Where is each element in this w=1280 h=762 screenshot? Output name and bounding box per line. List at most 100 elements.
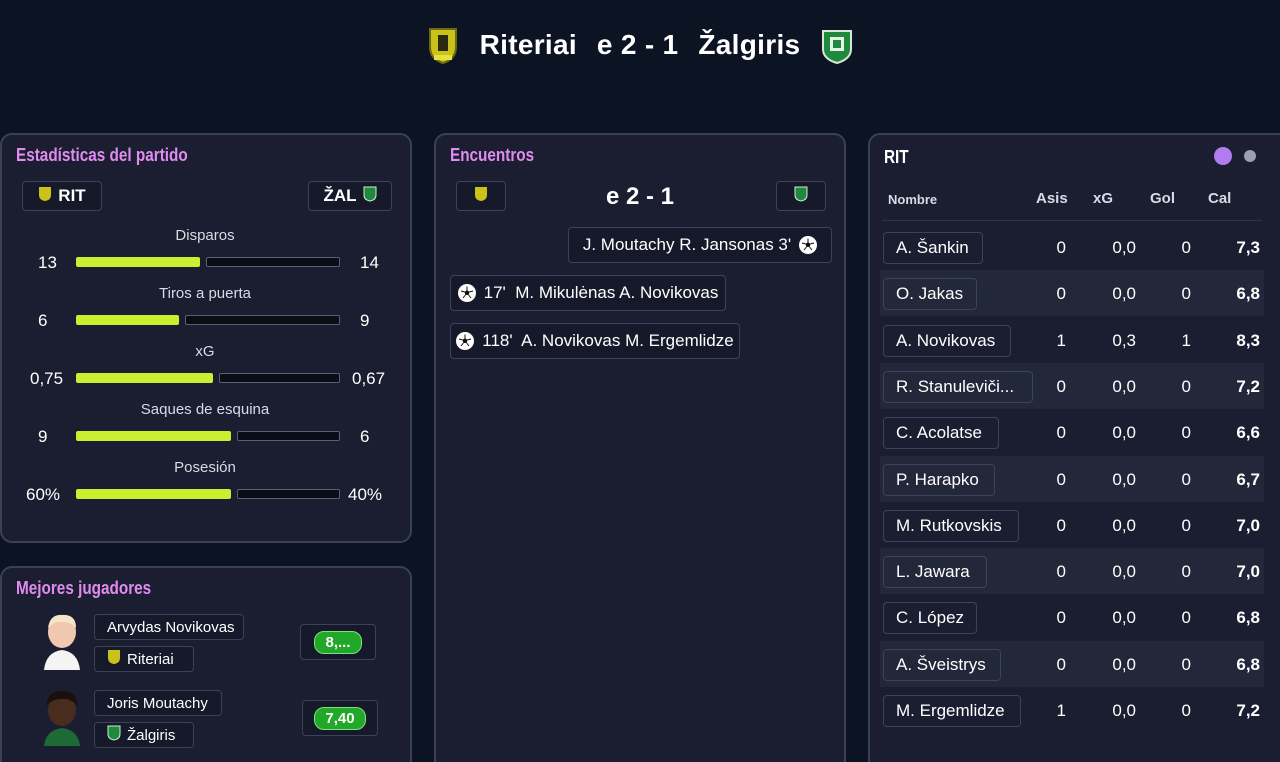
table-row[interactable]: P. Harapko 0 0,0 0 6,7 — [880, 456, 1264, 502]
riteriai-crest-icon[interactable] — [426, 25, 460, 65]
home-team-tag[interactable]: RIT — [22, 181, 102, 211]
away-team-abbr: ŽAL — [323, 186, 357, 205]
player-name[interactable]: Arvydas Novikovas — [94, 614, 244, 640]
xg-cell: 0,0 — [1112, 608, 1136, 627]
col-header-assists[interactable]: Asis — [1036, 190, 1068, 207]
stat-away-bar — [206, 257, 340, 267]
player-name-cell[interactable]: O. Jakas — [883, 278, 977, 310]
table-row[interactable]: A. Novikovas 1 0,3 1 8,3 — [880, 317, 1264, 363]
goal-event-text: 17' M. Mikulėnas A. Novikovas — [483, 283, 719, 302]
stat-label: xG — [195, 343, 215, 360]
home-team-name[interactable]: Riteriai — [480, 29, 577, 61]
rating-cell: 7,2 — [1236, 377, 1260, 396]
table-row[interactable]: O. Jakas 0 0,0 0 6,8 — [880, 270, 1264, 316]
player-name-cell[interactable]: M. Ergemlidze — [883, 695, 1021, 727]
riteriai-crest-icon — [38, 186, 52, 207]
match-score: e 2 - 1 — [596, 29, 679, 60]
zalgiris-crest-icon — [107, 725, 121, 745]
assists-cell: 0 — [1056, 562, 1066, 581]
player-name[interactable]: Joris Moutachy — [94, 690, 222, 716]
page-dot-inactive[interactable] — [1244, 150, 1256, 162]
player-name-cell[interactable]: C. López — [883, 602, 977, 634]
xg-cell: 0,3 — [1112, 331, 1136, 350]
away-team-tag[interactable] — [776, 181, 826, 211]
zalgiris-crest-icon[interactable] — [820, 25, 854, 65]
player-name-cell[interactable]: R. Stanuleviči... — [883, 371, 1033, 403]
table-row[interactable]: M. Rutkovskis 0 0,0 0 7,0 — [880, 502, 1264, 548]
goal-event-text: J. Moutachy R. Jansonas 3' — [582, 235, 792, 254]
table-row[interactable]: L. Jawara 0 0,0 0 7,0 — [880, 548, 1264, 594]
stat-label: Tiros a puerta — [159, 285, 251, 302]
table-row[interactable]: M. Ergemlidze 1 0,0 0 7,2 — [880, 687, 1264, 733]
encounters-title: Encuentros — [450, 145, 535, 165]
player-rating-box: 7,40 — [302, 700, 378, 736]
goals-cell: 0 — [1181, 238, 1191, 257]
player-team-tag[interactable]: Riteriai — [94, 646, 194, 672]
player-name-cell[interactable]: A. Novikovas — [883, 325, 1011, 357]
rating-cell: 7,0 — [1236, 516, 1260, 535]
col-header-goals[interactable]: Gol — [1150, 190, 1175, 207]
stat-away-value: 14 — [360, 253, 379, 272]
rating-cell: 7,3 — [1236, 238, 1260, 257]
soccer-ball-icon — [456, 332, 475, 350]
player-team-tag[interactable]: Žalgiris — [94, 722, 194, 748]
col-header-rating[interactable]: Cal — [1208, 190, 1231, 207]
match-header: Riteriai e 2 - 1 Žalgiris — [0, 0, 1280, 90]
player-rating: 8,... — [314, 630, 362, 654]
col-header-xg[interactable]: xG — [1093, 190, 1113, 207]
stat-home-value: 6 — [38, 311, 48, 330]
goals-cell: 0 — [1181, 423, 1191, 442]
table-row[interactable]: R. Stanuleviči... 0 0,0 0 7,2 — [880, 363, 1264, 409]
goal-event[interactable]: 118' A. Novikovas M. Ergemlidze — [450, 323, 740, 359]
goal-event[interactable]: 17' M. Mikulėnas A. Novikovas — [450, 275, 726, 311]
page-dot-active[interactable] — [1214, 147, 1232, 165]
goal-event[interactable]: J. Moutachy R. Jansonas 3' — [568, 227, 832, 263]
stat-away-value: 9 — [360, 311, 370, 330]
stat-label: Saques de esquina — [140, 401, 270, 418]
table-row[interactable]: A. Šankin 0 0,0 0 7,3 — [880, 224, 1264, 270]
assists-cell: 1 — [1056, 331, 1066, 350]
assists-cell: 0 — [1056, 377, 1066, 396]
table-row[interactable]: C. López 0 0,0 0 6,8 — [880, 594, 1264, 640]
table-header-divider — [882, 220, 1262, 221]
player-name-cell[interactable]: C. Acolatse — [883, 417, 999, 449]
xg-cell: 0,0 — [1112, 238, 1136, 257]
player-name-cell[interactable]: L. Jawara — [883, 556, 987, 588]
xg-cell: 0,0 — [1112, 562, 1136, 581]
table-row[interactable]: C. Acolatse 0 0,0 0 6,6 — [880, 409, 1264, 455]
rating-cell: 6,8 — [1236, 655, 1260, 674]
rating-cell: 7,0 — [1236, 562, 1260, 581]
player-avatar — [40, 688, 84, 746]
match-title: Riteriai e 2 - 1 Žalgiris — [480, 29, 801, 61]
player-rating: 7,40 — [314, 706, 366, 730]
xg-cell: 0,0 — [1112, 284, 1136, 303]
assists-cell: 0 — [1056, 470, 1066, 489]
xg-cell: 0,0 — [1112, 423, 1136, 442]
player-avatar — [40, 612, 84, 670]
away-team-name[interactable]: Žalgiris — [698, 29, 800, 61]
player-team-name: Žalgiris — [127, 726, 176, 744]
player-name-cell[interactable]: M. Rutkovskis — [883, 510, 1019, 542]
goals-cell: 0 — [1181, 377, 1191, 396]
goal-event-text: 118' A. Novikovas M. Ergemlidze — [482, 331, 734, 350]
match-stats-panel: Estadísticas del partido RIT ŽAL Disparo… — [0, 133, 412, 543]
xg-cell: 0,0 — [1112, 470, 1136, 489]
stats-title: Estadísticas del partido — [16, 145, 188, 165]
stat-label: Posesión — [174, 459, 236, 476]
goals-cell: 0 — [1181, 608, 1191, 627]
player-name-cell[interactable]: A. Šankin — [883, 232, 983, 264]
col-header-name[interactable]: Nombre — [888, 192, 937, 207]
best-players-title: Mejores jugadores — [16, 578, 152, 598]
stat-home-value: 0,75 — [30, 369, 64, 388]
stat-home-bar — [76, 315, 179, 325]
goals-cell: 0 — [1181, 284, 1191, 303]
assists-cell: 0 — [1056, 284, 1066, 303]
away-team-tag[interactable]: ŽAL — [308, 181, 392, 211]
table-row[interactable]: A. Šveistrys 0 0,0 0 6,8 — [880, 641, 1264, 687]
player-name-cell[interactable]: A. Šveistrys — [883, 649, 1001, 681]
player-name-cell[interactable]: P. Harapko — [883, 464, 995, 496]
goals-cell: 0 — [1181, 516, 1191, 535]
stat-home-bar — [76, 489, 231, 499]
goals-cell: 0 — [1181, 562, 1191, 581]
goals-cell: 0 — [1181, 655, 1191, 674]
